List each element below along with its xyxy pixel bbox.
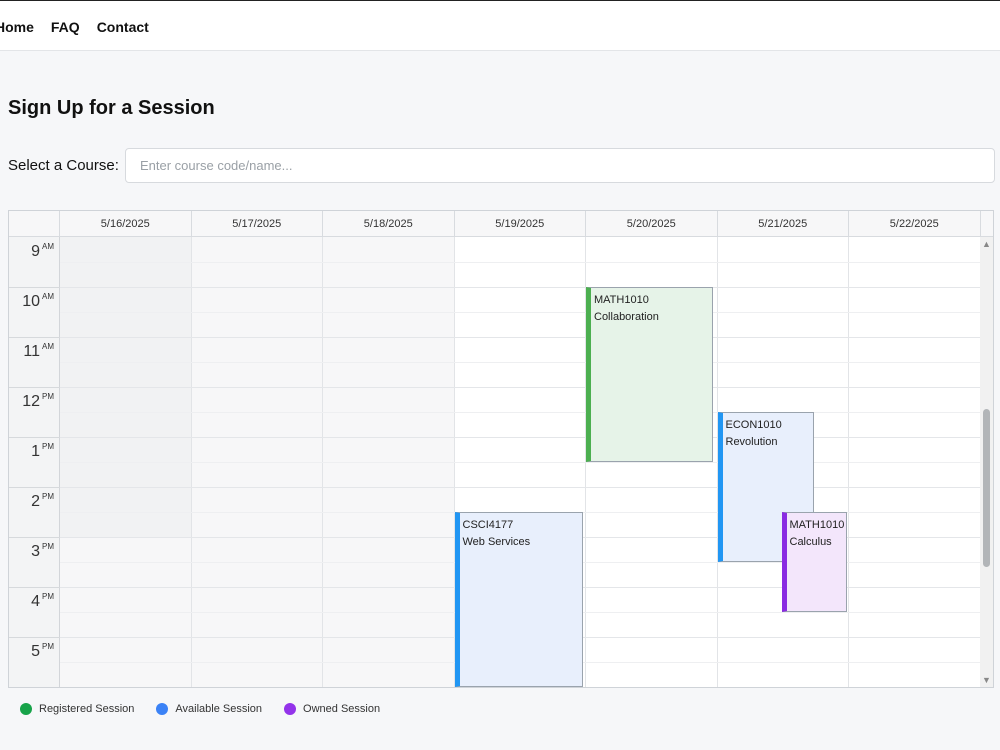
day-header: 5/22/2025 bbox=[849, 211, 981, 237]
legend-dot-icon bbox=[284, 703, 297, 715]
day-header: 5/21/2025 bbox=[718, 211, 849, 237]
top-navbar: Home FAQ Contact bbox=[0, 0, 1000, 51]
event-course-code: CSCI4177 bbox=[462, 519, 514, 531]
time-divider bbox=[9, 287, 60, 288]
legend-label: Available Session bbox=[175, 703, 263, 715]
grid-line bbox=[60, 437, 980, 438]
event-session-name: Collaboration bbox=[594, 311, 659, 323]
legend-item: Available Session bbox=[156, 703, 262, 715]
time-divider bbox=[9, 537, 60, 538]
time-divider bbox=[9, 587, 60, 588]
page-title: Sign Up for a Session bbox=[8, 97, 215, 119]
grid-line bbox=[60, 462, 980, 463]
legend-item: Registered Session bbox=[20, 703, 134, 715]
grid-line bbox=[60, 412, 980, 413]
day-header: 5/17/2025 bbox=[192, 211, 323, 237]
hour-period: PM bbox=[42, 542, 54, 551]
session-event-owned[interactable]: MATH1010 Calculus bbox=[781, 512, 847, 612]
grid-line bbox=[60, 487, 980, 488]
scroll-thumb[interactable] bbox=[983, 409, 990, 567]
grid-line bbox=[60, 387, 980, 388]
scroll-down-icon[interactable]: ▼ bbox=[982, 675, 991, 685]
legend-dot-icon bbox=[156, 703, 169, 715]
scroll-up-icon[interactable]: ▲ bbox=[982, 239, 991, 249]
legend-item: Owned Session bbox=[284, 703, 380, 715]
time-label: 4 PM bbox=[31, 592, 54, 611]
time-label: 1 PM bbox=[31, 442, 54, 461]
calendar-legend: Registered Session Available Session Owned… bbox=[20, 703, 380, 715]
day-header: 5/20/2025 bbox=[586, 211, 718, 237]
event-session-name: Web Services bbox=[462, 536, 531, 548]
hour-period: PM bbox=[42, 442, 54, 451]
event-session-name: Revolution bbox=[725, 436, 778, 448]
hour-period: PM bbox=[42, 492, 54, 501]
event-session-name: Calculus bbox=[789, 536, 832, 548]
calendar-scrollbar[interactable]: ▲ ▼ bbox=[980, 237, 993, 687]
legend-label: Owned Session bbox=[303, 703, 381, 715]
time-label: 11 AM bbox=[23, 342, 54, 361]
time-label: 9 AM bbox=[31, 242, 54, 261]
time-divider bbox=[9, 437, 60, 438]
legend-label: Registered Session bbox=[39, 703, 135, 715]
nav-faq-link[interactable]: FAQ bbox=[51, 19, 80, 35]
grid-line bbox=[60, 337, 980, 338]
time-label: 5 PM bbox=[31, 642, 54, 661]
time-label: 12 PM bbox=[22, 392, 54, 411]
hour-number: 3 bbox=[31, 543, 40, 560]
nav-home-link[interactable]: Home bbox=[0, 19, 34, 35]
calendar-corner bbox=[9, 211, 60, 237]
hour-number: 12 bbox=[22, 393, 40, 410]
time-divider bbox=[9, 337, 60, 338]
calendar-header: 5/16/2025 5/17/2025 5/18/2025 5/19/2025 5/20… bbox=[9, 211, 993, 237]
time-column: 9 AM 10 AM 11 AM 12 PM 1 PM 2 PM 3 PM 4 PM 5 PM bbox=[9, 237, 60, 687]
hour-period: PM bbox=[42, 642, 54, 651]
legend-dot-icon bbox=[20, 703, 32, 715]
time-label: 10 AM bbox=[22, 292, 54, 311]
hour-number: 4 bbox=[31, 593, 40, 610]
grid-line bbox=[60, 287, 980, 288]
time-divider bbox=[9, 487, 60, 488]
hour-period: AM bbox=[42, 292, 54, 301]
hour-period: PM bbox=[42, 392, 54, 401]
hour-number: 2 bbox=[31, 493, 40, 510]
calendar-body: 9 AM 10 AM 11 AM 12 PM 1 PM 2 PM 3 PM 4 PM 5 PM MATH1010 C… bbox=[9, 237, 981, 687]
time-divider bbox=[9, 387, 60, 388]
grid-line bbox=[60, 312, 980, 313]
time-label: 2 PM bbox=[31, 492, 54, 511]
hour-number: 5 bbox=[31, 643, 40, 660]
hour-number: 10 bbox=[22, 293, 40, 310]
session-calendar: 5/16/2025 5/17/2025 5/18/2025 5/19/2025 5/20… bbox=[8, 210, 994, 688]
hour-period: AM bbox=[42, 242, 54, 251]
session-event-registered[interactable]: MATH1010 Collaboration bbox=[586, 287, 713, 462]
hour-number: 9 bbox=[31, 243, 40, 260]
grid-line bbox=[60, 362, 980, 363]
grid-line bbox=[60, 262, 980, 263]
hour-period: PM bbox=[42, 592, 54, 601]
hour-period: AM bbox=[42, 342, 54, 351]
time-divider bbox=[9, 637, 60, 638]
time-label: 3 PM bbox=[31, 542, 54, 561]
day-header: 5/18/2025 bbox=[323, 211, 455, 237]
hour-number: 11 bbox=[23, 343, 40, 360]
course-label: Select a Course: bbox=[8, 157, 119, 174]
session-event-available[interactable]: CSCI4177 Web Services bbox=[454, 512, 583, 687]
nav-links: Home FAQ Contact bbox=[0, 19, 149, 35]
hour-number: 1 bbox=[31, 443, 40, 460]
day-header: 5/19/2025 bbox=[455, 211, 586, 237]
event-course-code: ECON1010 bbox=[725, 419, 782, 431]
nav-contact-link[interactable]: Contact bbox=[97, 19, 149, 35]
day-header: 5/16/2025 bbox=[60, 211, 192, 237]
event-course-code: MATH1010 bbox=[789, 519, 845, 531]
course-search-input[interactable] bbox=[125, 148, 995, 183]
event-course-code: MATH1010 bbox=[594, 294, 649, 306]
